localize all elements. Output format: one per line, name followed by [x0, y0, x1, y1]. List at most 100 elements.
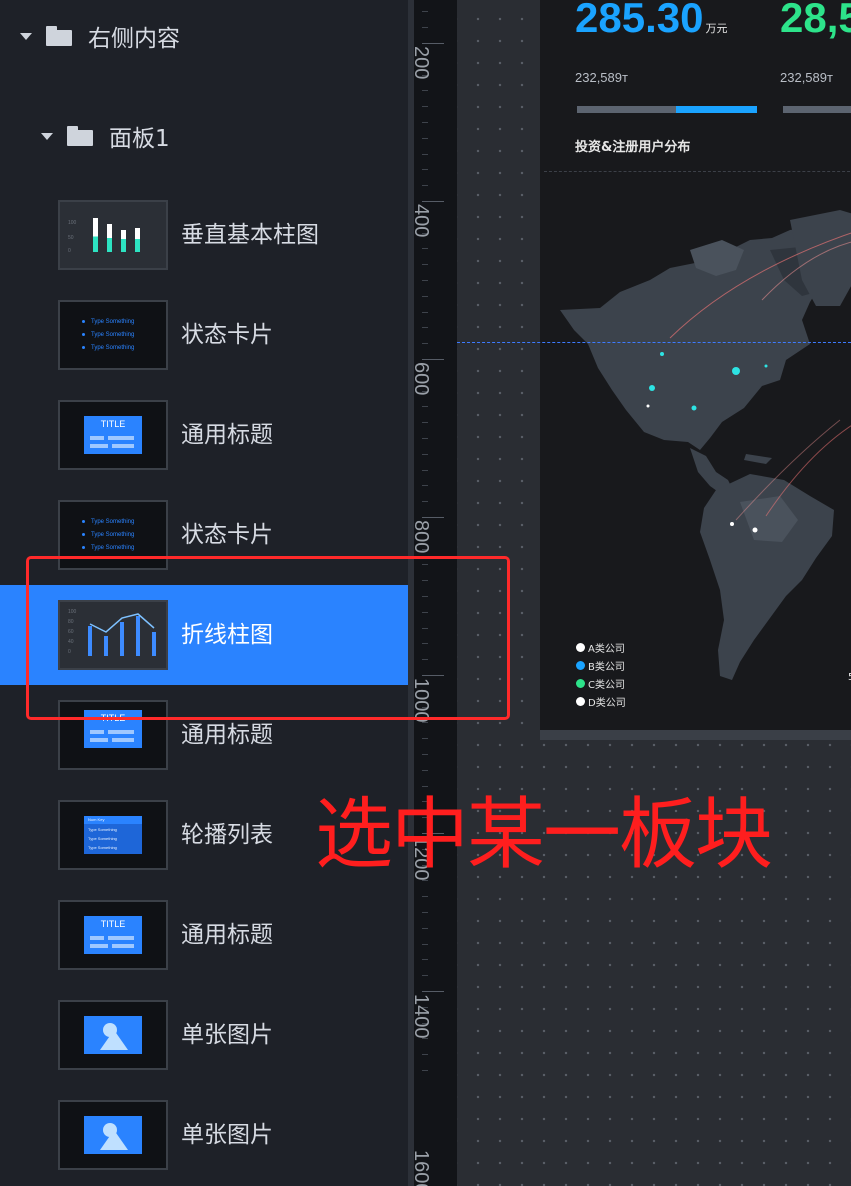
- ruler-label: 200: [410, 46, 432, 80]
- stat-sub-2: 232,589т: [780, 70, 833, 85]
- legend-dot: [576, 661, 585, 670]
- folder-icon: [46, 26, 72, 46]
- vertical-ruler[interactable]: 200 400 600 800 1000 1200 1400 1600: [408, 0, 457, 1186]
- chevron-down-icon[interactable]: [41, 132, 53, 140]
- group-panel-1[interactable]: 面板1: [41, 106, 170, 166]
- chevron-down-icon[interactable]: [20, 32, 32, 40]
- image-icon: [84, 1116, 142, 1154]
- stat-value-text: 285.30: [575, 0, 704, 41]
- guide-line: [457, 342, 851, 343]
- layer-item-label: 通用标题: [181, 422, 273, 448]
- ruler-tick: [422, 248, 428, 250]
- layer-item-status-card[interactable]: Type Something Type Something Type Somet…: [0, 285, 408, 385]
- ruler-label: 1000: [410, 678, 432, 723]
- ruler-tick: [422, 422, 428, 424]
- stat-progress-bar: [577, 106, 757, 113]
- divider: [544, 171, 851, 172]
- group-label: 右侧内容: [88, 26, 180, 52]
- layer-item-title[interactable]: TITLE 通用标题: [0, 385, 408, 485]
- thumb-status-line: Type Something: [82, 545, 134, 551]
- editor-canvas[interactable]: 285.30 万元 28,5 232,589т 232,589т 投资&注册用户分…: [457, 0, 851, 1186]
- ruler-tick: [422, 1070, 428, 1071]
- ruler-tick: [422, 1038, 428, 1040]
- dashboard-preview[interactable]: 285.30 万元 28,5 232,589т 232,589т 投资&注册用户分…: [540, 0, 851, 740]
- layer-item-single-image[interactable]: 单张图片: [0, 1085, 408, 1185]
- ruler-tick: [422, 1054, 428, 1056]
- layer-item-label: 通用标题: [181, 722, 273, 748]
- layer-item-title[interactable]: TITLE 通用标题: [0, 685, 408, 785]
- ruler-tick: [422, 991, 444, 992]
- stat-sub-1: 232,589т: [575, 70, 628, 85]
- progress-fill: [676, 106, 757, 113]
- ruler-label: 1400: [410, 994, 432, 1039]
- ruler-tick: [422, 137, 428, 139]
- line-bar-thumb-svg: [88, 613, 156, 656]
- legend-item: C类公司: [576, 676, 625, 691]
- layer-item-label: 轮播列表: [181, 822, 273, 848]
- status-card-thumbnail: Type Something Type Something Type Somet…: [58, 300, 168, 370]
- group-right-content[interactable]: 右侧内容: [20, 6, 180, 66]
- layer-item-title[interactable]: TITLE 通用标题: [0, 885, 408, 985]
- ruler-label: 800: [410, 520, 432, 554]
- title-thumbnail: TITLE: [58, 400, 168, 470]
- layer-item-bar-chart[interactable]: 100 50 0 垂直基本柱图: [0, 185, 408, 285]
- ruler-tick: [422, 722, 428, 724]
- ruler-tick: [422, 675, 444, 676]
- ruler-tick: [422, 517, 444, 518]
- ruler-tick: [422, 596, 428, 597]
- legend-dot: [576, 697, 585, 706]
- ruler-tick: [422, 43, 444, 44]
- ruler-tick: [422, 564, 428, 566]
- title-thumbnail: TITLE: [58, 900, 168, 970]
- layer-item-label: 折线柱图: [181, 622, 273, 648]
- thumb-axis-label: 100: [68, 220, 77, 226]
- ruler-tick: [422, 943, 428, 945]
- ruler-label: 400: [410, 204, 432, 238]
- layer-item-single-image[interactable]: 单张图片: [0, 985, 408, 1085]
- stat-unit: 万元: [705, 23, 728, 35]
- layer-item-label: 通用标题: [181, 922, 273, 948]
- ruler-tick: [422, 611, 428, 613]
- image-thumbnail: [58, 1100, 168, 1170]
- ruler-tick: [422, 975, 428, 977]
- list-thumb-box: Num Key Type Something Type Something Ty…: [84, 816, 142, 854]
- thumb-bar: [135, 228, 140, 252]
- layer-item-label: 状态卡片: [181, 522, 273, 548]
- thumb-title-text: TITLE: [100, 919, 126, 929]
- legend-item: A类公司: [576, 640, 625, 655]
- ruler-tick: [422, 11, 428, 13]
- ruler-tick: [422, 627, 428, 629]
- ruler-tick: [422, 106, 428, 108]
- ruler-tick: [422, 27, 428, 29]
- legend-dot: [576, 643, 585, 652]
- thumb-list-row: Type Something: [88, 845, 117, 850]
- thumb-bar: [121, 230, 126, 252]
- thumb-axis-label: 0: [68, 248, 71, 254]
- folder-icon: [67, 126, 93, 146]
- legend-item: B类公司: [576, 658, 625, 673]
- legend-dot: [576, 679, 585, 688]
- ruler-tick: [422, 501, 428, 503]
- ruler-tick: [422, 90, 428, 92]
- bar-chart-thumbnail: 100 50 0: [58, 200, 168, 270]
- image-thumbnail: [58, 1000, 168, 1070]
- ruler-tick: [422, 280, 428, 281]
- ruler-tick: [422, 295, 428, 297]
- thumb-bar: [107, 224, 112, 252]
- legend-item: D类公司: [576, 694, 626, 709]
- ruler-tick: [422, 201, 444, 202]
- image-icon: [84, 1016, 142, 1054]
- ruler-tick: [422, 359, 444, 360]
- ruler-label: 600: [410, 362, 432, 396]
- ruler-tick: [422, 406, 428, 408]
- ruler-tick: [422, 738, 428, 740]
- thumb-list-row: Type Something: [88, 827, 117, 832]
- thumb-status-line: Type Something: [82, 519, 134, 525]
- ruler-tick: [422, 264, 428, 266]
- layer-item-status-card[interactable]: Type Something Type Something Type Somet…: [0, 485, 408, 585]
- title-thumb-box: TITLE: [84, 710, 142, 748]
- layer-item-label: 状态卡片: [181, 322, 273, 348]
- layer-item-label: 单张图片: [181, 1022, 273, 1048]
- ruler-tick: [422, 485, 428, 487]
- layer-item-line-bar-chart[interactable]: 100 80 60 40 0 折线柱图: [0, 585, 408, 685]
